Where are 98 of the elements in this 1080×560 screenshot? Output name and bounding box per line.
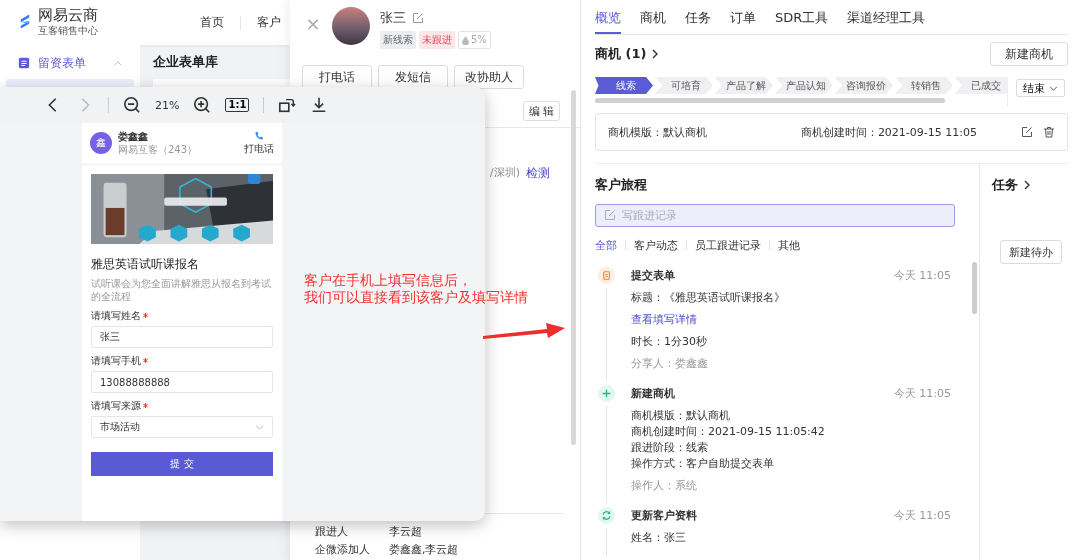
event-meta: 分享人：娄鑫鑫 bbox=[631, 356, 709, 371]
stage-step[interactable]: 可培育 bbox=[655, 77, 713, 94]
stage-step[interactable]: 咨询报价 bbox=[835, 77, 893, 94]
zoom-in-icon[interactable] bbox=[193, 96, 212, 114]
event-detail: 操作方式：客户自助提交表单 bbox=[631, 456, 774, 472]
select-field[interactable]: 市场活动 bbox=[91, 416, 273, 438]
tag: 未跟进 bbox=[419, 31, 455, 49]
nav-link[interactable]: 客户 bbox=[257, 14, 281, 31]
event-detail: 时长：1分30秒 bbox=[631, 334, 707, 350]
trash-icon[interactable] bbox=[1043, 126, 1055, 138]
chevron-right-icon[interactable] bbox=[652, 49, 659, 59]
field-label: 请填写手机 bbox=[91, 353, 141, 368]
detect-link[interactable]: 检测 bbox=[526, 165, 550, 182]
call-label[interactable]: 打电话 bbox=[244, 141, 274, 156]
sharer-name: 娄鑫鑫 bbox=[118, 130, 149, 143]
stage-step[interactable]: 转销售 bbox=[895, 77, 953, 94]
field-label: 请填写姓名 bbox=[91, 308, 141, 323]
note-input-field[interactable]: 写跟进记录 bbox=[595, 204, 955, 227]
scrollbar[interactable] bbox=[571, 90, 576, 445]
scrollbar[interactable] bbox=[972, 262, 977, 314]
tab[interactable]: 商机 bbox=[640, 0, 666, 34]
edit-icon[interactable] bbox=[1021, 126, 1033, 138]
zoom-level: 21% bbox=[155, 98, 180, 112]
sharer-org: 网易互客（243） bbox=[118, 143, 198, 156]
refresh-icon bbox=[597, 507, 615, 524]
logo-subtitle: 互客销售中心 bbox=[38, 24, 98, 38]
stage-step[interactable]: 线索 bbox=[595, 77, 653, 94]
end-dropdown[interactable]: 结束 bbox=[1016, 79, 1065, 97]
logo-name: 网易云商 bbox=[38, 7, 98, 24]
section-title: 客户旅程 bbox=[595, 176, 648, 194]
chevron-right-icon[interactable] bbox=[1024, 180, 1030, 190]
filter-tab[interactable]: 员工跟进记录 bbox=[695, 237, 761, 253]
event-detail: 商机创建时间：2021-09-15 11:05:42 bbox=[631, 424, 825, 440]
stage-step[interactable]: 产品了解 bbox=[715, 77, 773, 94]
stage-step[interactable]: 产品认知 bbox=[775, 77, 833, 94]
new-opportunity-button[interactable]: 新建商机 bbox=[990, 42, 1068, 66]
sidebar-item[interactable]: 留资表单 bbox=[0, 53, 140, 73]
field-value: 李云超 bbox=[389, 523, 422, 539]
annotation-text: 客户在手机上填写信息后， 我们可以直接看到该客户及填写详情 bbox=[304, 272, 528, 306]
form-description: 试听课会为您全面讲解雅思从报名到考试的全流程 bbox=[91, 277, 272, 303]
tab[interactable]: 概览 bbox=[595, 0, 621, 34]
event-time: 今天 11:05 bbox=[893, 386, 951, 401]
event-meta: 操作人：系统 bbox=[631, 478, 698, 493]
tab[interactable]: 渠道经理工具 bbox=[847, 0, 926, 34]
section-title: 企业表单库 bbox=[153, 53, 219, 71]
caret-icon bbox=[255, 424, 264, 430]
submit-button[interactable]: 提 交 bbox=[91, 452, 273, 476]
tab[interactable]: 任务 bbox=[685, 0, 711, 34]
tab[interactable]: SDR工具 bbox=[775, 0, 829, 34]
caret-icon bbox=[1049, 85, 1058, 91]
tag: 5% bbox=[458, 31, 491, 49]
event-title: 更新客户资料 bbox=[631, 508, 697, 523]
form-title: 雅思英语试听课报名 bbox=[91, 256, 200, 273]
location-text: /深圳) bbox=[490, 165, 520, 181]
edit-button[interactable]: 编 辑 bbox=[522, 101, 560, 121]
event-detail: 商机模版：默认商机 bbox=[631, 408, 730, 424]
field-label: 请填写来源 bbox=[91, 398, 141, 413]
actual-size-button[interactable]: 1:1 bbox=[225, 98, 250, 112]
document-icon bbox=[597, 267, 615, 284]
event-title: 提交表单 bbox=[631, 268, 675, 283]
drop-icon bbox=[462, 35, 469, 45]
event-detail: 姓名：张三 bbox=[631, 530, 686, 546]
avatar bbox=[332, 7, 370, 45]
zoom-out-icon[interactable] bbox=[123, 96, 141, 114]
event-detail: 跟进阶段：线索 bbox=[631, 440, 708, 456]
edit-icon bbox=[604, 209, 616, 221]
nav-link[interactable]: 首页 bbox=[200, 14, 224, 31]
stage-step[interactable]: 已成交 bbox=[955, 77, 1007, 94]
field-value: 娄鑫鑫,李云超 bbox=[389, 541, 459, 557]
form-icon bbox=[18, 57, 30, 69]
template-text: 商机模版：默认商机 bbox=[608, 124, 707, 140]
event-title: 新建商机 bbox=[631, 386, 675, 401]
filter-tab[interactable]: 全部 bbox=[595, 237, 617, 253]
input-field[interactable]: 张三 bbox=[91, 326, 273, 348]
view-details-link[interactable]: 查看填写详情 bbox=[631, 312, 697, 328]
phone-icon[interactable] bbox=[254, 130, 264, 141]
customer-name: 张三 bbox=[380, 9, 406, 27]
tab[interactable]: 订单 bbox=[730, 0, 756, 34]
section-title[interactable]: 商机 (1) bbox=[595, 45, 647, 63]
field-label: 企微添加人 bbox=[315, 541, 371, 557]
event-time: 今天 11:05 bbox=[893, 508, 951, 523]
input-field[interactable]: 13088888888 bbox=[91, 371, 273, 393]
avatar: 鑫 bbox=[90, 132, 112, 154]
rotate-icon[interactable] bbox=[278, 96, 297, 114]
event-time: 今天 11:05 bbox=[893, 268, 951, 283]
filter-tab[interactable]: 其他 bbox=[778, 237, 800, 253]
plus-icon bbox=[597, 385, 615, 402]
created-time-text: 商机创建时间：2021-09-15 11:05 bbox=[800, 124, 977, 140]
event-detail: 标题：《雅思英语试听课报名》 bbox=[631, 290, 785, 306]
tag: 新线索 bbox=[380, 31, 416, 49]
action-button[interactable]: 发短信 bbox=[378, 65, 448, 89]
section-title[interactable]: 任务 bbox=[992, 176, 1018, 194]
action-button[interactable]: 改协助人 bbox=[454, 65, 524, 89]
scrollbar[interactable] bbox=[595, 98, 945, 103]
action-button[interactable]: 打电话 bbox=[302, 65, 372, 89]
filter-tab[interactable]: 客户动态 bbox=[634, 237, 678, 253]
new-todo-button[interactable]: 新建待办 bbox=[1000, 240, 1062, 264]
field-label: 跟进人 bbox=[315, 523, 349, 539]
